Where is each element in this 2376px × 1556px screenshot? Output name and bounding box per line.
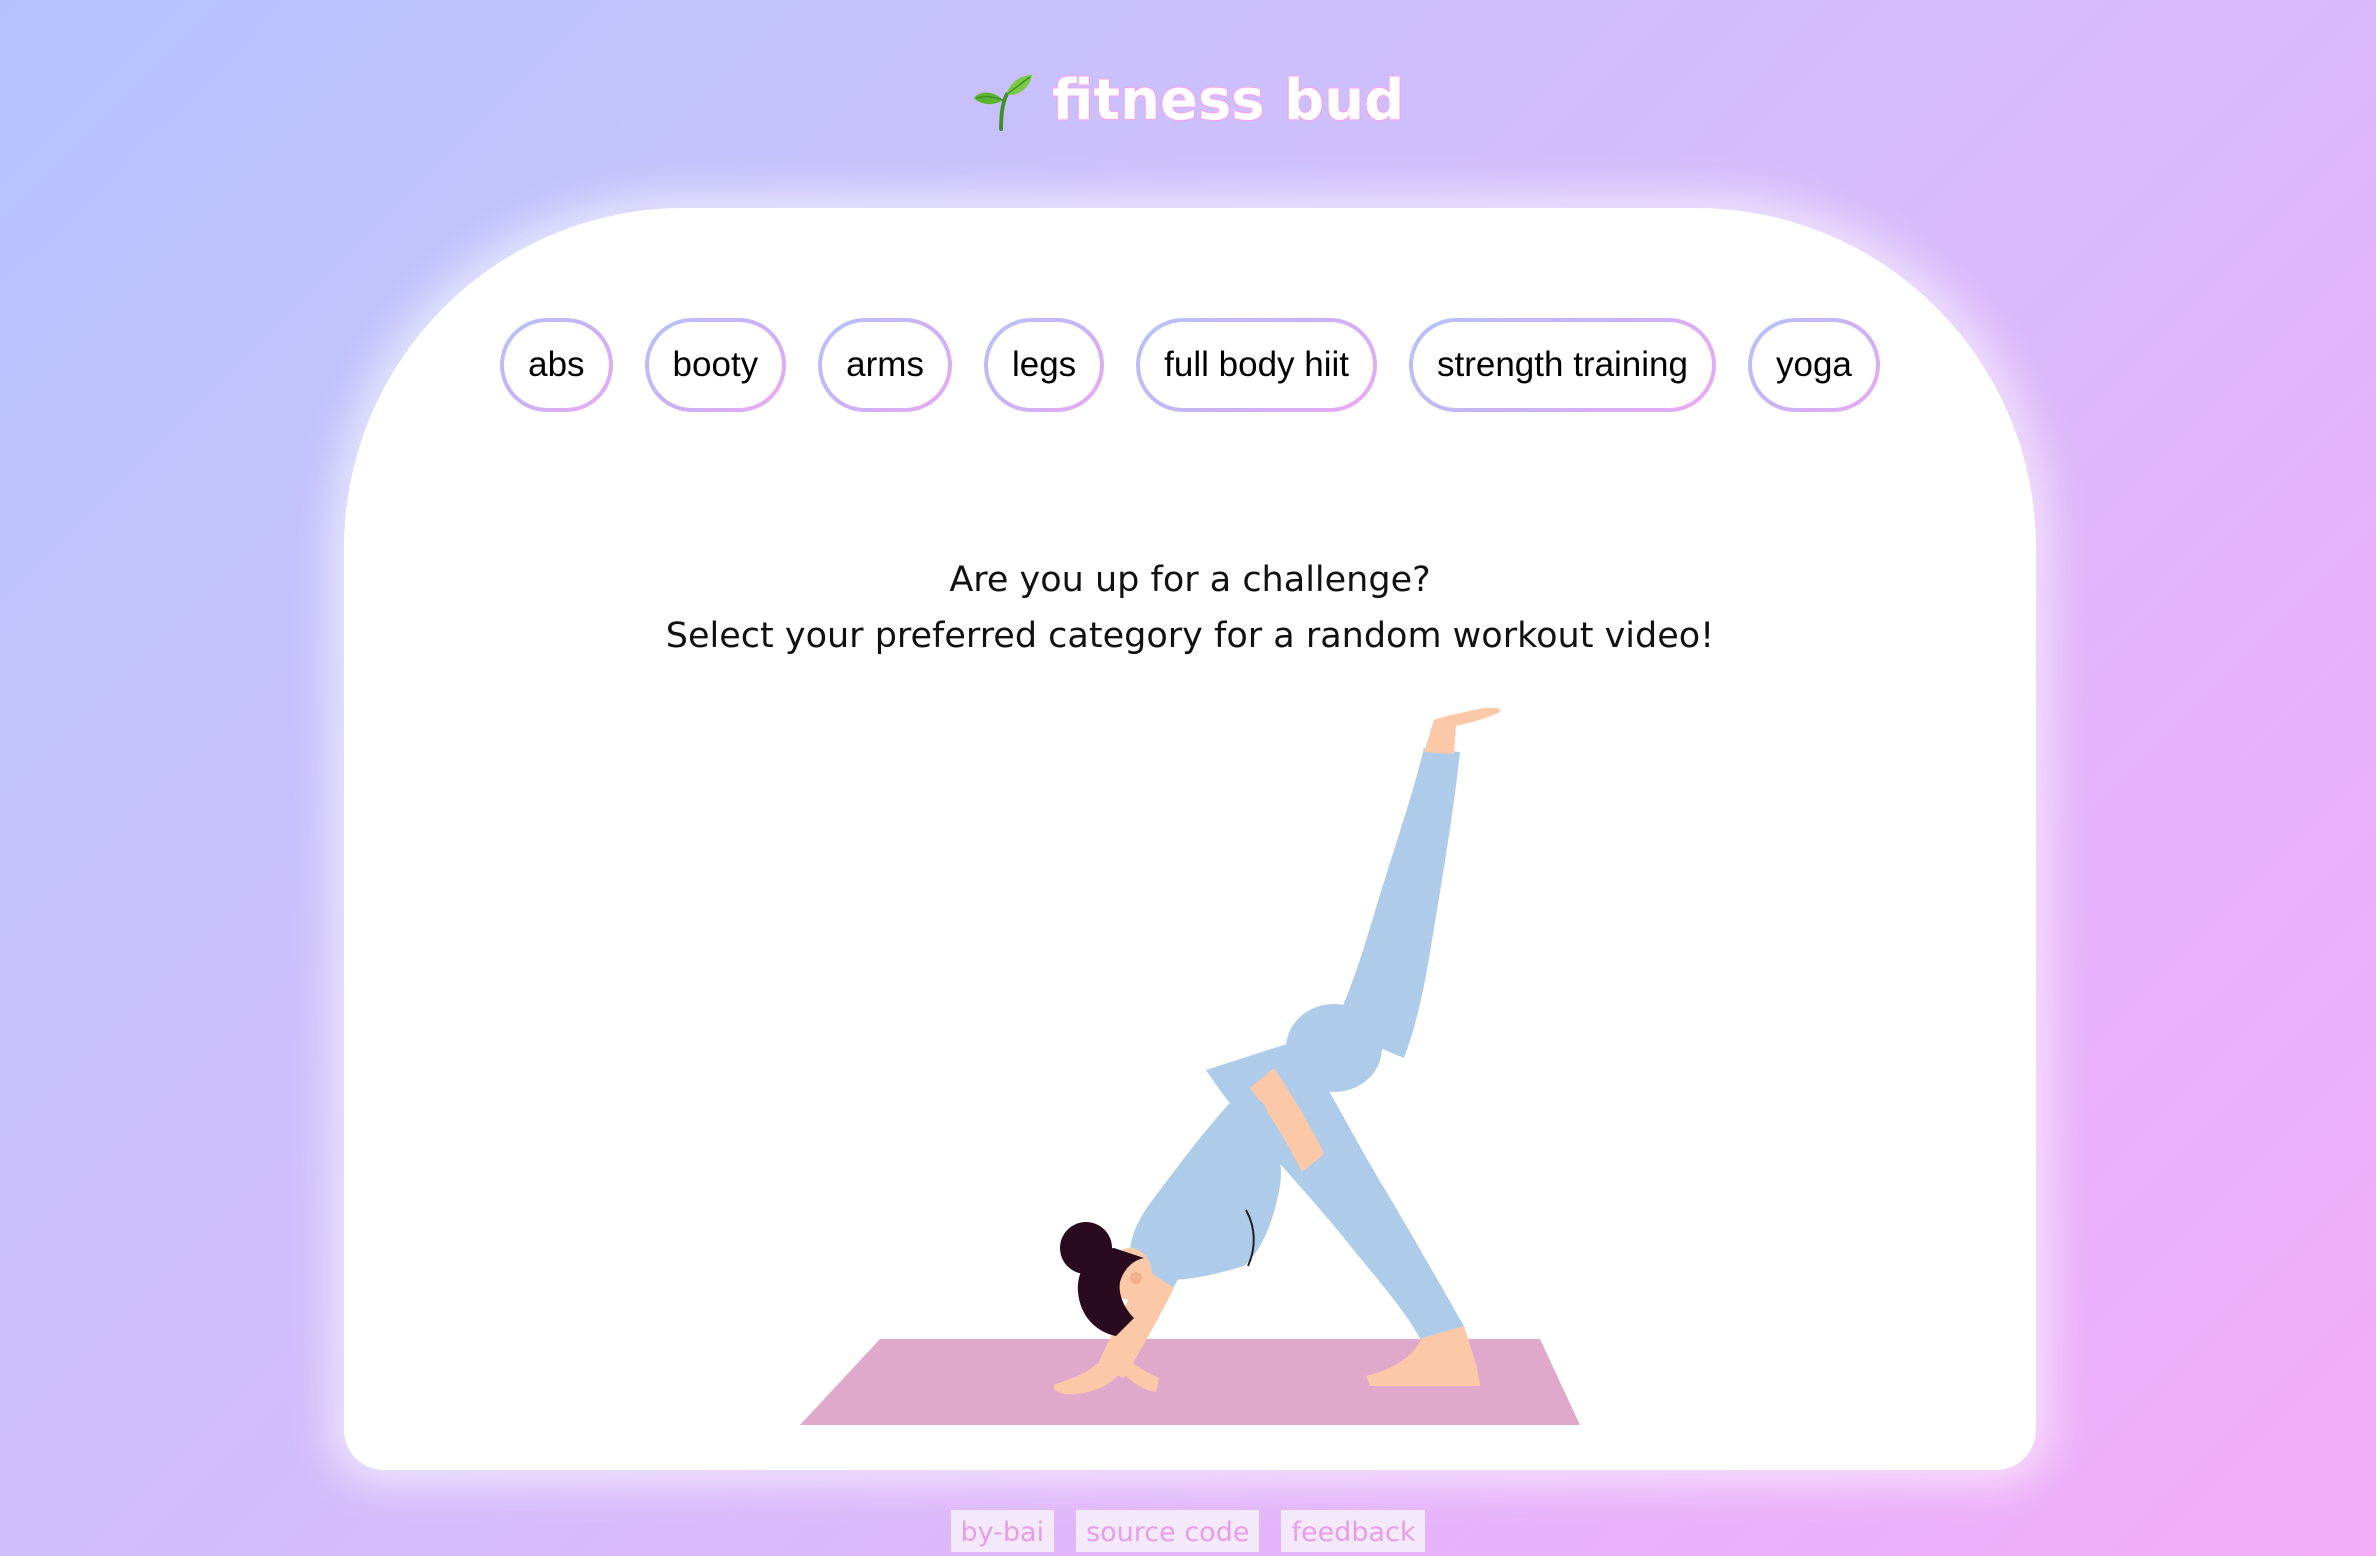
- footer-link-feedback[interactable]: feedback: [1281, 1510, 1426, 1552]
- category-button-full-body-hiit[interactable]: full body hiit: [1136, 318, 1377, 412]
- app-title: fitness bud: [1051, 67, 1405, 133]
- category-button-yoga[interactable]: yoga: [1748, 318, 1880, 412]
- prompt-line-1: Are you up for a challenge?: [949, 560, 1431, 600]
- category-button-strength-training[interactable]: strength training: [1409, 318, 1716, 412]
- footer: by-bai source code feedback: [0, 1510, 2376, 1552]
- footer-link-source-code[interactable]: source code: [1076, 1510, 1260, 1552]
- header: fitness bud: [0, 0, 2376, 200]
- prompt-line-2: Select your preferred category for a ran…: [665, 616, 1715, 656]
- app-logo[interactable]: fitness bud: [972, 68, 1404, 133]
- yoga-pose-illustration: [800, 708, 1580, 1425]
- footer-link-by-bai[interactable]: by-bai: [950, 1510, 1055, 1552]
- category-button-booty[interactable]: booty: [645, 318, 787, 412]
- category-list: abs booty arms legs full body hiit stren…: [344, 318, 2036, 412]
- seedling-icon: [973, 74, 1032, 131]
- hair-bun: [1060, 1222, 1112, 1274]
- category-button-legs[interactable]: legs: [984, 318, 1104, 412]
- category-button-abs[interactable]: abs: [500, 318, 612, 412]
- hips: [1286, 1004, 1382, 1092]
- prompt-text: Are you up for a challenge? Select your …: [344, 552, 2036, 664]
- raised-foot: [1424, 708, 1501, 754]
- main-card: abs booty arms legs full body hiit stren…: [344, 208, 2036, 1470]
- category-button-arms[interactable]: arms: [818, 318, 952, 412]
